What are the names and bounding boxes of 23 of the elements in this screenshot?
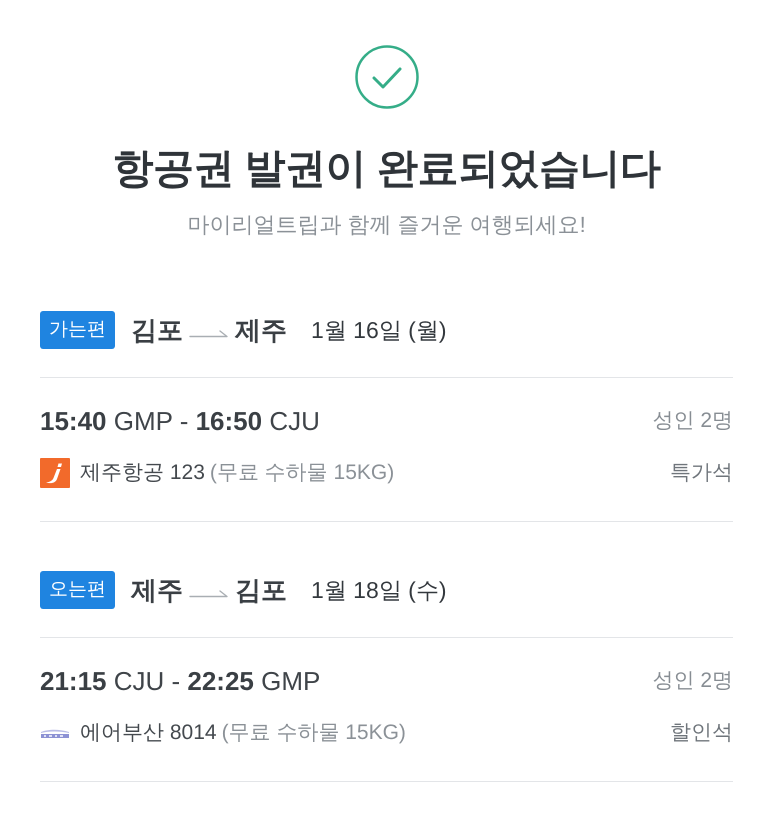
route-origin: 제주 [131,574,183,607]
airline-logo-icon [40,728,70,738]
route-destination: 제주 [235,314,287,347]
baggage-info: (무료 수하물 15KG) [210,460,394,486]
passenger-count: 성인 2명 [652,668,733,694]
airline-name: 제주항공 123 [80,460,205,486]
page-title: 항공권 발권이 완료되었습니다 [112,144,661,193]
flight-date: 1월 16일 (월) [311,316,446,345]
route-destination: 김포 [235,574,287,607]
route-origin: 김포 [131,314,183,347]
passenger-count: 성인 2명 [652,408,733,434]
flight-times: 21:15 CJU - 22:25 GMP [40,665,320,698]
baggage-info: (무료 수하물 15KG) [222,720,406,746]
airline-logo-icon [40,458,70,488]
flight-date: 1월 18일 (수) [311,576,446,605]
check-circle-icon [354,45,418,109]
flight-times: 15:40 GMP - 16:50 CJU [40,405,320,438]
seat-class: 할인석 [670,720,733,746]
direction-badge: 오는편 [40,571,115,609]
page-subtitle: 마이리얼트립과 함께 즐거운 여행되세요! [187,211,586,239]
direction-badge: 가는편 [40,311,115,349]
seat-class: 특가석 [670,460,733,486]
airline-name: 에어부산 8014 [80,720,217,746]
